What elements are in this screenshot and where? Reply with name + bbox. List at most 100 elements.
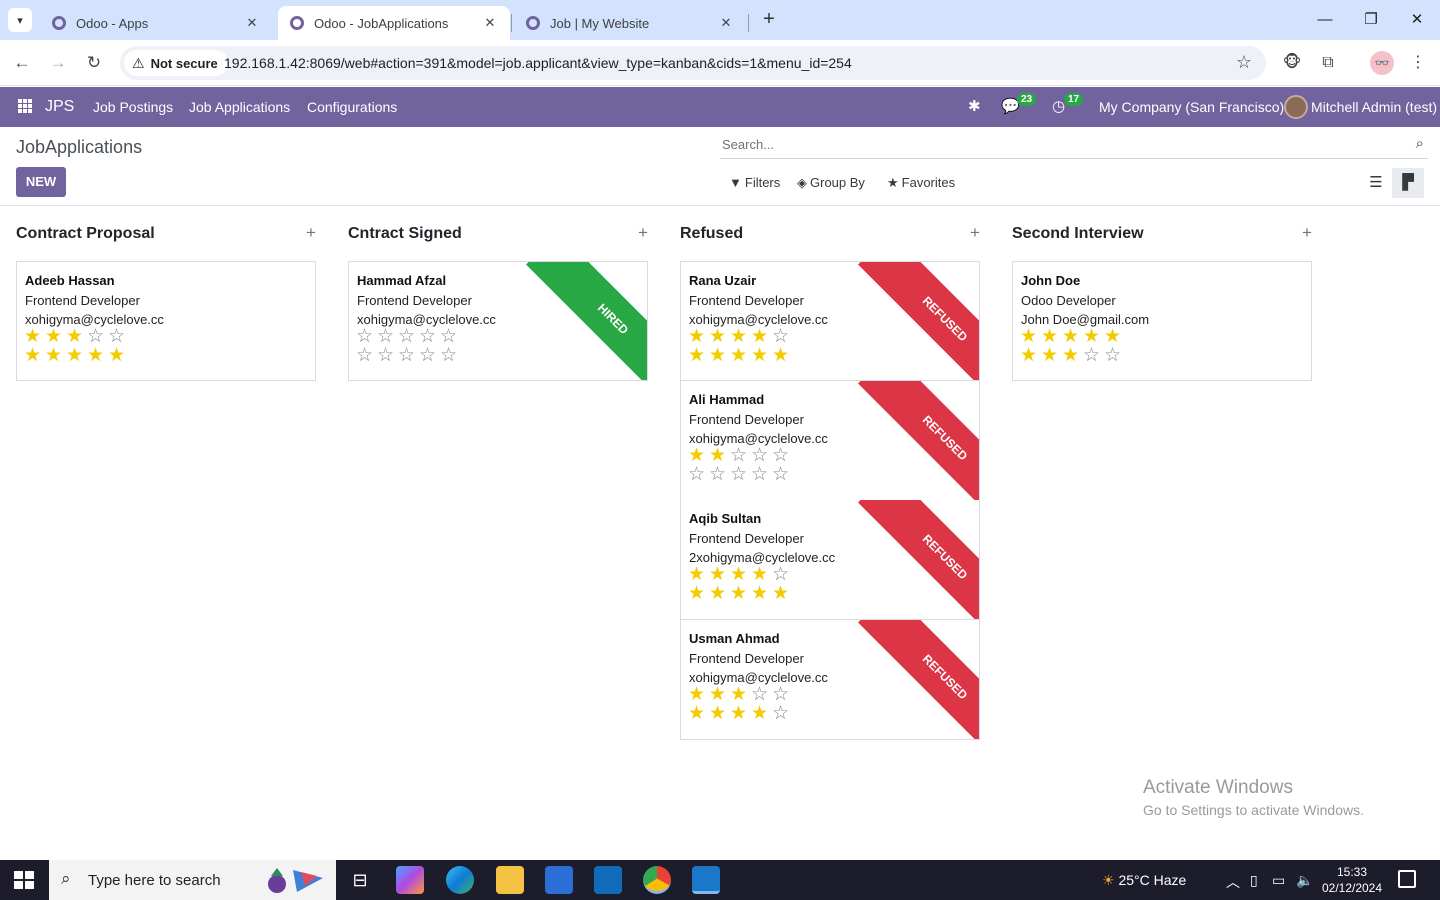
star-empty-icon[interactable]: ☆ xyxy=(772,704,793,724)
applicant-card[interactable]: John Doe Odoo Developer John Doe@gmail.com… xyxy=(1012,261,1312,381)
star-filled-icon[interactable]: ★ xyxy=(24,327,45,347)
applicant-card[interactable]: Rana Uzair Frontend Developer xohigyma@cyc… xyxy=(680,261,980,381)
copilot-icon[interactable] xyxy=(396,866,424,894)
tab-search-button[interactable]: ▾ xyxy=(8,8,32,32)
company-switcher[interactable]: My Company (San Francisco) xyxy=(1099,99,1284,115)
star-empty-icon[interactable]: ☆ xyxy=(730,465,751,485)
star-filled-icon[interactable]: ★ xyxy=(730,327,751,347)
favorites-button[interactable]: ★ Favorites xyxy=(887,175,955,191)
star-filled-icon[interactable]: ★ xyxy=(751,346,772,366)
app-grid-icon[interactable] xyxy=(18,99,32,113)
volume-icon[interactable]: 🔈 xyxy=(1296,872,1313,889)
forward-arrow-icon[interactable]: → xyxy=(46,51,70,75)
star-empty-icon[interactable]: ☆ xyxy=(87,327,108,347)
add-card-plus-icon[interactable]: + xyxy=(970,223,980,243)
star-filled-icon[interactable]: ★ xyxy=(688,584,709,604)
star-filled-icon[interactable]: ★ xyxy=(688,346,709,366)
star-empty-icon[interactable]: ☆ xyxy=(419,327,440,347)
star-filled-icon[interactable]: ★ xyxy=(709,685,730,705)
star-empty-icon[interactable]: ☆ xyxy=(751,446,772,466)
star-empty-icon[interactable]: ☆ xyxy=(751,465,772,485)
star-empty-icon[interactable]: ☆ xyxy=(772,685,793,705)
star-filled-icon[interactable]: ★ xyxy=(1104,327,1125,347)
browser-tab-job-applications[interactable]: Odoo - JobApplications ✕ xyxy=(278,6,510,40)
applicant-card[interactable]: Aqib Sultan Frontend Developer 2xohigyma@c… xyxy=(680,500,980,620)
menu-job-applications[interactable]: Job Applications xyxy=(189,99,290,115)
star-empty-icon[interactable]: ☆ xyxy=(772,465,793,485)
weather-widget[interactable]: ☀ 25°C Haze xyxy=(1102,872,1186,889)
star-empty-icon[interactable]: ☆ xyxy=(398,327,419,347)
microsoft-store-icon[interactable] xyxy=(545,866,573,894)
star-filled-icon[interactable]: ★ xyxy=(688,446,709,466)
extensions-puzzle-icon[interactable]: ⧉ xyxy=(1316,51,1340,75)
close-tab-icon[interactable]: ✕ xyxy=(244,15,260,31)
applicant-card[interactable]: Adeeb Hassan Frontend Developer xohigyma@c… xyxy=(16,261,316,381)
star-empty-icon[interactable]: ☆ xyxy=(398,346,419,366)
star-filled-icon[interactable]: ★ xyxy=(87,346,108,366)
kanban-column-title[interactable]: Cntract Signed xyxy=(348,225,462,243)
star-filled-icon[interactable]: ★ xyxy=(688,327,709,347)
user-avatar[interactable] xyxy=(1284,95,1308,119)
star-filled-icon[interactable]: ★ xyxy=(108,346,129,366)
star-filled-icon[interactable]: ★ xyxy=(751,584,772,604)
star-empty-icon[interactable]: ☆ xyxy=(440,346,461,366)
battery-icon[interactable]: ▯ xyxy=(1250,872,1258,889)
list-view-icon[interactable]: ☰ xyxy=(1360,168,1392,198)
kanban-column-title[interactable]: Refused xyxy=(680,225,743,243)
app-brand[interactable]: JPS xyxy=(45,98,74,116)
star-filled-icon[interactable]: ★ xyxy=(772,346,793,366)
task-view-icon[interactable]: ⊟ xyxy=(346,866,374,894)
applicant-card[interactable]: Hammad Afzal Frontend Developer xohigyma@c… xyxy=(348,261,648,381)
kanban-column-title[interactable]: Second Interview xyxy=(1012,225,1144,243)
star-filled-icon[interactable]: ★ xyxy=(730,346,751,366)
star-filled-icon[interactable]: ★ xyxy=(688,565,709,585)
messages-chat-icon[interactable]: 💬 23 xyxy=(1001,93,1037,115)
close-tab-icon[interactable]: ✕ xyxy=(482,15,498,31)
star-filled-icon[interactable]: ★ xyxy=(772,584,793,604)
search-icon[interactable]: ⌕ xyxy=(1416,135,1424,152)
star-filled-icon[interactable]: ★ xyxy=(730,565,751,585)
menu-job-postings[interactable]: Job Postings xyxy=(93,99,173,115)
url-text[interactable]: 192.168.1.42:8069/web#action=391&model=j… xyxy=(224,55,852,71)
star-empty-icon[interactable]: ☆ xyxy=(751,685,772,705)
taskbar-search-box[interactable]: ⌕ Type here to search xyxy=(49,860,336,900)
windows-start-icon[interactable] xyxy=(14,871,34,889)
star-filled-icon[interactable]: ★ xyxy=(709,565,730,585)
notifications-icon[interactable] xyxy=(1398,870,1416,888)
new-tab-button[interactable]: + xyxy=(758,8,780,32)
add-card-plus-icon[interactable]: + xyxy=(638,223,648,243)
search-input[interactable]: Search... ⌕ xyxy=(720,135,1428,159)
outlook-icon[interactable] xyxy=(594,866,622,894)
debug-bug-icon[interactable]: ✱ xyxy=(968,97,981,115)
star-empty-icon[interactable]: ☆ xyxy=(356,327,377,347)
star-filled-icon[interactable]: ★ xyxy=(1062,327,1083,347)
star-empty-icon[interactable]: ☆ xyxy=(356,346,377,366)
kanban-column-title[interactable]: Contract Proposal xyxy=(16,225,155,243)
edge-browser-icon[interactable] xyxy=(446,866,474,894)
star-filled-icon[interactable]: ★ xyxy=(709,584,730,604)
star-filled-icon[interactable]: ★ xyxy=(24,346,45,366)
extension-monkey-icon[interactable]: 🐵 xyxy=(1280,51,1304,75)
vscode-icon[interactable] xyxy=(692,866,720,894)
activities-clock-icon[interactable]: ◷ 17 xyxy=(1052,93,1084,115)
star-empty-icon[interactable]: ☆ xyxy=(709,465,730,485)
star-filled-icon[interactable]: ★ xyxy=(730,584,751,604)
add-card-plus-icon[interactable]: + xyxy=(306,223,316,243)
network-icon[interactable]: ▭ xyxy=(1272,872,1285,889)
applicant-card[interactable]: Usman Ahmad Frontend Developer xohigyma@cy… xyxy=(680,620,980,740)
menu-configurations[interactable]: Configurations xyxy=(307,99,397,115)
star-empty-icon[interactable]: ☆ xyxy=(1083,346,1104,366)
close-window-icon[interactable]: ✕ xyxy=(1402,8,1432,32)
add-card-plus-icon[interactable]: + xyxy=(1302,223,1312,243)
star-empty-icon[interactable]: ☆ xyxy=(419,346,440,366)
profile-avatar-icon[interactable]: 👓 xyxy=(1370,51,1394,75)
star-filled-icon[interactable]: ★ xyxy=(1062,346,1083,366)
star-filled-icon[interactable]: ★ xyxy=(730,704,751,724)
applicant-card[interactable]: Ali Hammad Frontend Developer xohigyma@cyc… xyxy=(680,381,980,501)
address-bar[interactable]: ⚠ Not secure 192.168.1.42:8069/web#actio… xyxy=(120,46,1266,80)
star-filled-icon[interactable]: ★ xyxy=(709,327,730,347)
bookmark-star-icon[interactable]: ☆ xyxy=(1236,52,1252,73)
show-hidden-icons-chevron-icon[interactable]: ︿ xyxy=(1226,872,1240,892)
star-empty-icon[interactable]: ☆ xyxy=(108,327,129,347)
star-filled-icon[interactable]: ★ xyxy=(751,704,772,724)
